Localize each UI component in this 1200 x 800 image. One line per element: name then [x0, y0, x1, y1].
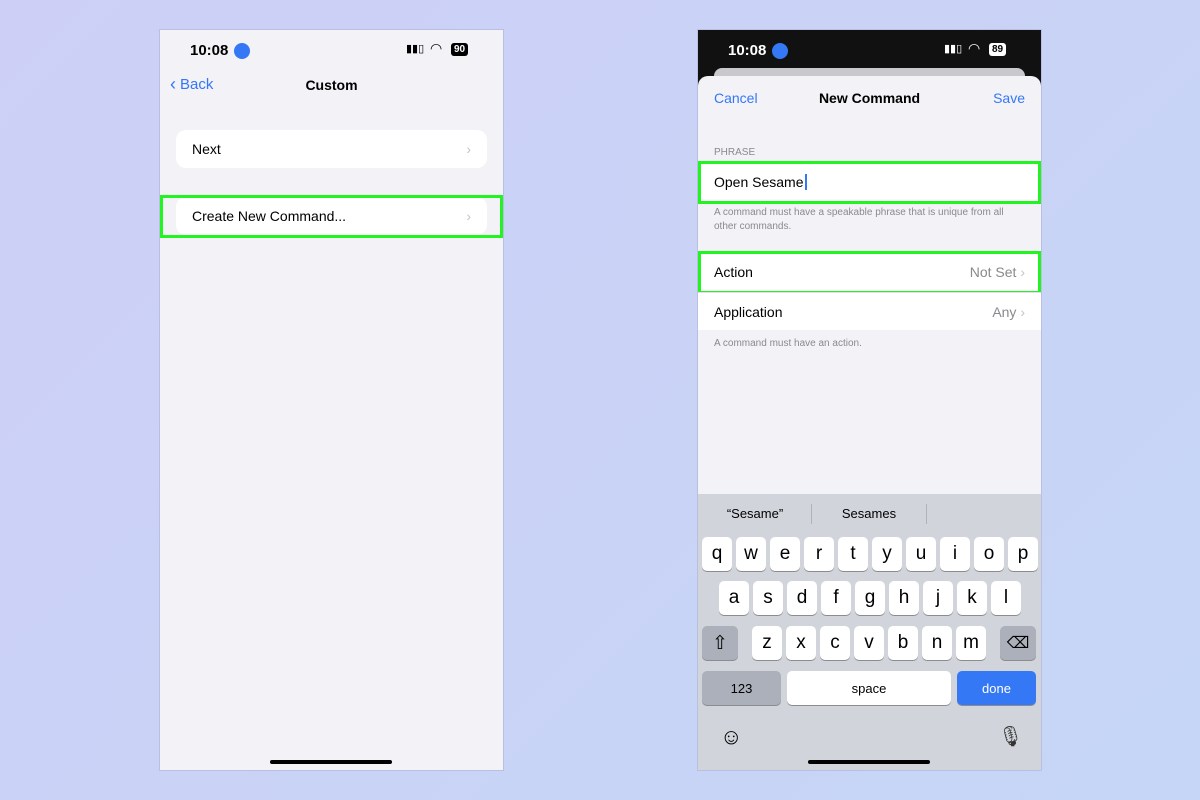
action-note: A command must have an action. [714, 338, 862, 349]
key-o[interactable]: o [974, 537, 1004, 571]
item-label: Next [192, 141, 221, 157]
backspace-key[interactable]: ⌫ [1000, 626, 1036, 660]
suggestion[interactable]: “Sesame” [700, 506, 810, 521]
key-x[interactable]: x [786, 626, 816, 660]
key-i[interactable]: i [940, 537, 970, 571]
left-phone-screen: 10:08 ▮▮▯ ◠ 90 ‹ Back Custom Next › Creat… [160, 30, 503, 770]
chevron-right-icon: › [466, 141, 471, 157]
key-z[interactable]: z [752, 626, 782, 660]
key-s[interactable]: s [753, 581, 783, 615]
suggestion[interactable]: Sesames [814, 506, 924, 521]
home-indicator [270, 760, 392, 764]
key-p[interactable]: p [1008, 537, 1038, 571]
highlight-box [698, 251, 1041, 294]
key-m[interactable]: m [956, 626, 986, 660]
shift-icon: ⇧ [712, 632, 728, 654]
battery-indicator: 89 [989, 43, 1007, 56]
page-title: Custom [305, 77, 358, 93]
key-r[interactable]: r [804, 537, 834, 571]
key-a[interactable]: a [719, 581, 749, 615]
key-e[interactable]: e [770, 537, 800, 571]
microphone-indicator-icon [772, 43, 788, 59]
highlight-box [160, 195, 503, 238]
key-k[interactable]: k [957, 581, 987, 615]
microphone-indicator-icon [234, 43, 250, 59]
row-value: Any [992, 303, 1017, 320]
key-t[interactable]: t [838, 537, 868, 571]
done-key[interactable]: done [957, 671, 1036, 705]
chevron-right-icon: › [1020, 303, 1025, 320]
key-g[interactable]: g [855, 581, 885, 615]
key-l[interactable]: l [991, 581, 1021, 615]
right-phone-screen: 10:08 ▮▮▯ ◠ 89 Cancel New Command Save P… [698, 30, 1041, 770]
emoji-icon[interactable]: ☺ [720, 724, 742, 750]
key-w[interactable]: w [736, 537, 766, 571]
key-j[interactable]: j [923, 581, 953, 615]
phrase-header: PHRASE [714, 147, 756, 158]
status-time: 10:08 [728, 42, 767, 59]
key-v[interactable]: v [854, 626, 884, 660]
backspace-icon: ⌫ [1006, 635, 1030, 652]
dictation-mic-icon[interactable]: 🎙 [998, 724, 1023, 749]
key-y[interactable]: y [872, 537, 902, 571]
battery-indicator: 90 [451, 43, 469, 56]
new-command-sheet: Cancel New Command Save PHRASE Open Sesa… [698, 76, 1041, 770]
wifi-icon: ◠ [968, 40, 981, 56]
sheet-title: New Command [818, 90, 921, 106]
signal-icon: ▮▮▯ [406, 43, 425, 55]
signal-icon: ▮▮▯ [944, 43, 963, 55]
save-button[interactable]: Save [993, 90, 1025, 106]
wifi-icon: ◠ [430, 40, 443, 56]
keyboard: “Sesame” Sesames qwertyuiop asdfghjkl zxcv… [698, 494, 1041, 770]
key-d[interactable]: d [787, 581, 817, 615]
status-time: 10:08 [190, 42, 229, 59]
key-h[interactable]: h [889, 581, 919, 615]
key-q[interactable]: q [702, 537, 732, 571]
key-b[interactable]: b [888, 626, 918, 660]
space-key[interactable]: space [787, 671, 951, 705]
key-c[interactable]: c [820, 626, 850, 660]
row-label: Application [714, 303, 783, 320]
key-u[interactable]: u [906, 537, 936, 571]
shift-key[interactable]: ⇧ [702, 626, 738, 660]
key-f[interactable]: f [821, 581, 851, 615]
key-n[interactable]: n [922, 626, 952, 660]
numbers-key[interactable]: 123 [702, 671, 781, 705]
list-item-next[interactable]: Next › [176, 130, 487, 168]
home-indicator [808, 760, 930, 764]
phrase-note: A command must have a speakable phrase t… [714, 207, 1004, 232]
application-row[interactable]: Application Any › [698, 292, 1041, 330]
highlight-box [698, 161, 1041, 204]
